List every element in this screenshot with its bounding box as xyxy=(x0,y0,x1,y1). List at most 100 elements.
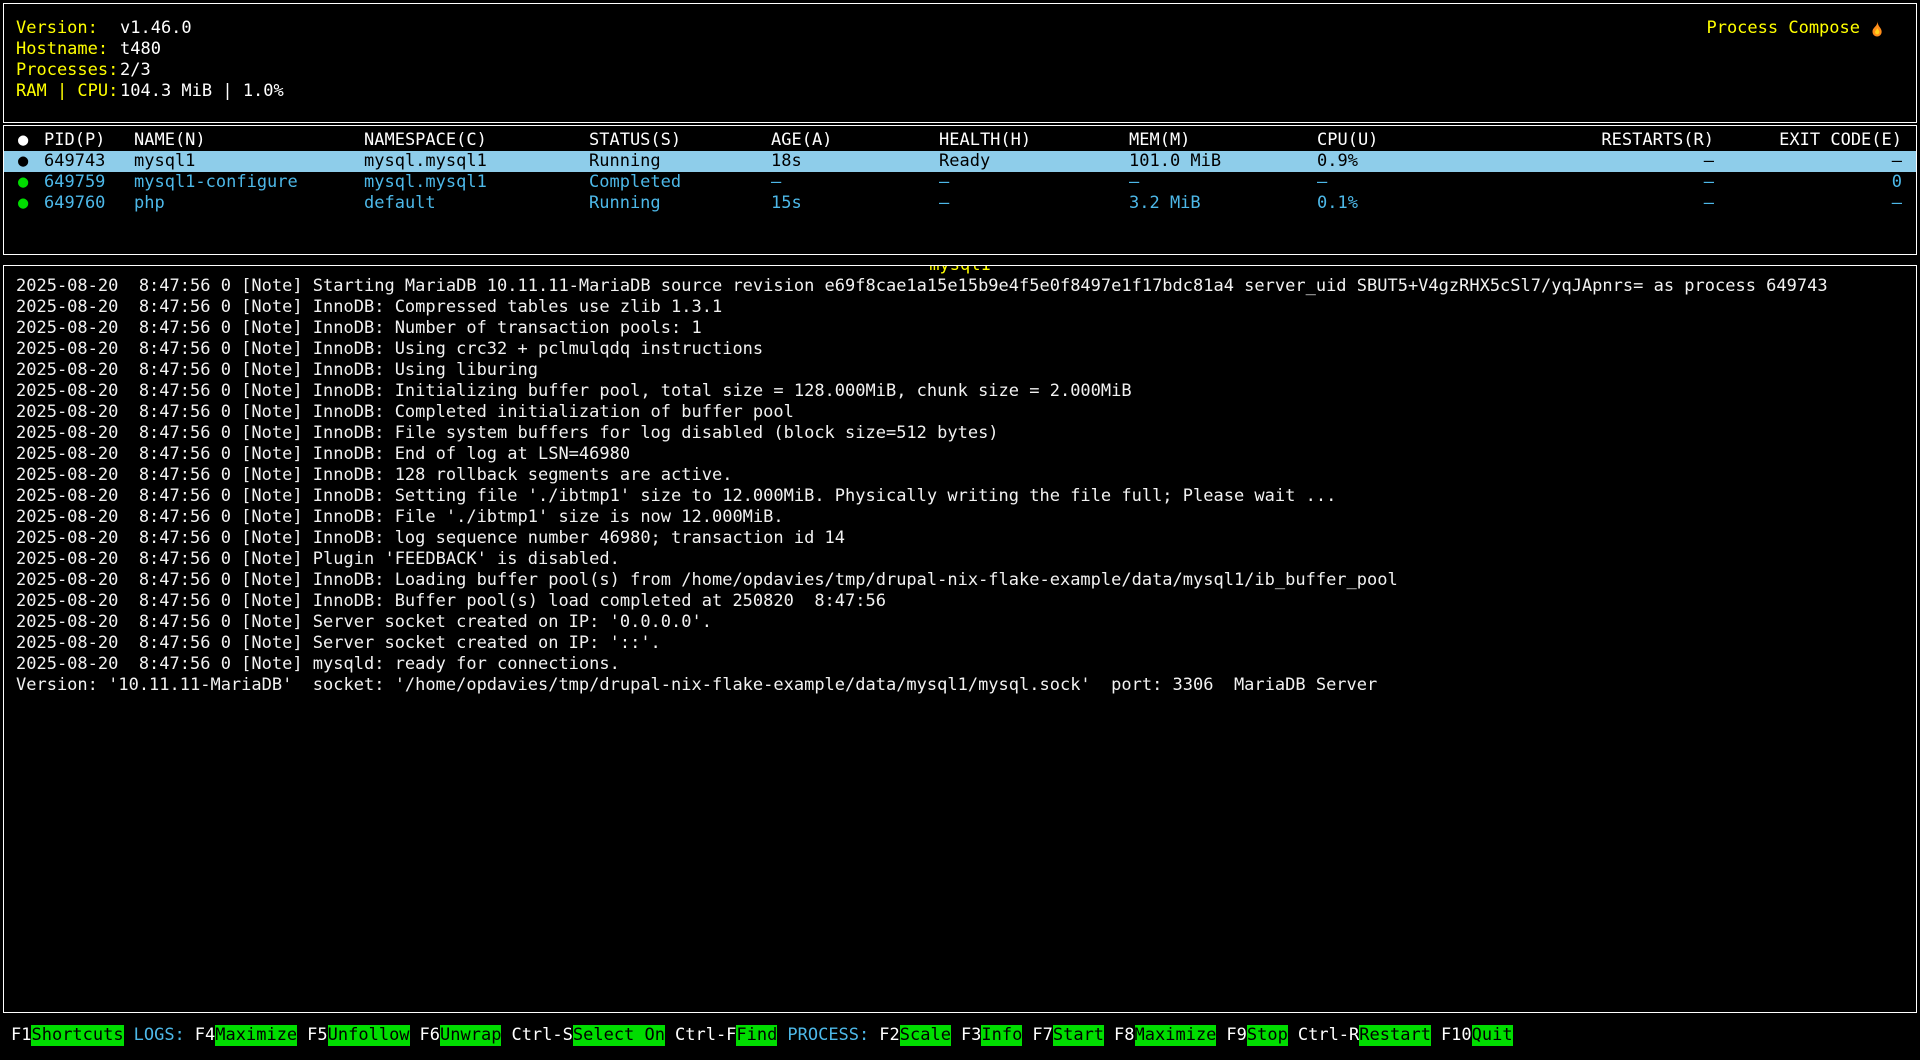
shortcut-action-button[interactable]: Restart xyxy=(1359,1025,1431,1046)
table-row[interactable]: ● 649760 php default Running 15s – 3.2 M… xyxy=(4,193,1916,214)
cell-age: 18s xyxy=(771,151,939,172)
column-header-mem[interactable]: MEM(M) xyxy=(1129,130,1317,151)
cell-exit-code: 0 xyxy=(1714,172,1902,193)
footer-segment: F6 Unwrap xyxy=(420,1025,502,1046)
footer-section-label: LOGS: xyxy=(134,1025,185,1046)
cell-name: mysql1 xyxy=(134,151,364,172)
shortcut-key: Ctrl-F xyxy=(675,1025,736,1046)
column-header-age[interactable]: AGE(A) xyxy=(771,130,939,151)
log-line: 2025-08-20 8:47:56 0 [Note] InnoDB: Init… xyxy=(16,381,1904,402)
column-header-health[interactable]: HEALTH(H) xyxy=(939,130,1129,151)
footer-segment: F7 Start xyxy=(1032,1025,1104,1046)
log-line: 2025-08-20 8:47:56 0 [Note] mysqld: read… xyxy=(16,654,1904,675)
header-panel: Version: v1.46.0 Hostname: t480 Processe… xyxy=(3,3,1917,123)
cell-namespace: mysql.mysql1 xyxy=(364,172,589,193)
shortcut-key: F5 xyxy=(307,1025,327,1046)
shortcut-bar: F1 Shortcuts LOGS: F4 Maximize F5 Unfoll… xyxy=(3,1013,1917,1057)
shortcut-action-button[interactable]: Shortcuts xyxy=(31,1025,123,1046)
footer-segment: F10 Quit xyxy=(1441,1025,1513,1046)
shortcut-action-button[interactable]: Stop xyxy=(1247,1025,1288,1046)
log-panel[interactable]: mysql1 2025-08-20 8:47:56 0 [Note] Start… xyxy=(3,265,1917,1013)
cell-status: Completed xyxy=(589,172,771,193)
shortcut-key: F4 xyxy=(195,1025,215,1046)
table-header-dot-icon: ● xyxy=(18,130,44,151)
cell-mem: 3.2 MiB xyxy=(1129,193,1317,214)
cell-health: – xyxy=(939,193,1129,214)
column-header-name[interactable]: NAME(N) xyxy=(134,130,364,151)
log-line: 2025-08-20 8:47:56 0 [Note] Starting Mar… xyxy=(16,276,1904,297)
shortcut-action-button[interactable]: Unfollow xyxy=(328,1025,410,1046)
shortcut-action-button[interactable]: Start xyxy=(1053,1025,1104,1046)
log-line: 2025-08-20 8:47:56 0 [Note] InnoDB: Load… xyxy=(16,570,1904,591)
column-header-restarts[interactable]: RESTARTS(R) xyxy=(1574,130,1714,151)
cell-health: – xyxy=(939,172,1129,193)
cell-namespace: default xyxy=(364,193,589,214)
footer-segment: PROCESS: xyxy=(787,1025,869,1046)
shortcut-key: F6 xyxy=(420,1025,440,1046)
header-field-label: RAM | CPU: xyxy=(16,81,120,102)
header-field-label: Processes: xyxy=(16,60,120,81)
footer-segment: LOGS: xyxy=(134,1025,185,1046)
cell-name: mysql1-configure xyxy=(134,172,364,193)
app-title-text: Process Compose xyxy=(1706,18,1860,39)
shortcut-action-button[interactable]: Maximize xyxy=(1135,1025,1217,1046)
footer-segment: F5 Unfollow xyxy=(307,1025,409,1046)
flame-icon xyxy=(1868,20,1886,38)
footer-segment: F9 Stop xyxy=(1226,1025,1287,1046)
footer-segment: Ctrl-R Restart xyxy=(1298,1025,1431,1046)
footer-segment: F8 Maximize xyxy=(1114,1025,1216,1046)
shortcut-key: F10 xyxy=(1441,1025,1472,1046)
table-row[interactable]: ● 649759 mysql1-configure mysql.mysql1 C… xyxy=(4,172,1916,193)
column-header-exit-code[interactable]: EXIT CODE(E) xyxy=(1714,130,1902,151)
footer-segment: F2 Scale xyxy=(879,1025,951,1046)
log-line: 2025-08-20 8:47:56 0 [Note] InnoDB: Usin… xyxy=(16,360,1904,381)
header-field-label: Version: xyxy=(16,18,120,39)
shortcut-action-button[interactable]: Quit xyxy=(1472,1025,1513,1046)
shortcut-action-button[interactable]: Unwrap xyxy=(440,1025,501,1046)
log-line: 2025-08-20 8:47:56 0 [Note] InnoDB: File… xyxy=(16,507,1904,528)
header-field: Version: v1.46.0 xyxy=(16,18,284,39)
cell-status: Running xyxy=(589,193,771,214)
status-dot-icon: ● xyxy=(18,151,44,172)
log-line: 2025-08-20 8:47:56 0 [Note] Server socke… xyxy=(16,612,1904,633)
column-header-status[interactable]: STATUS(S) xyxy=(589,130,771,151)
process-compose-app: Version: v1.46.0 Hostname: t480 Processe… xyxy=(0,0,1920,1060)
cell-exit-code: – xyxy=(1714,193,1902,214)
log-line: 2025-08-20 8:47:56 0 [Note] InnoDB: Buff… xyxy=(16,591,1904,612)
log-lines: 2025-08-20 8:47:56 0 [Note] Starting Mar… xyxy=(16,276,1904,696)
log-line: 2025-08-20 8:47:56 0 [Note] InnoDB: Sett… xyxy=(16,486,1904,507)
shortcut-key: F7 xyxy=(1032,1025,1052,1046)
header-field: RAM | CPU: 104.3 MiB | 1.0% xyxy=(16,81,284,102)
shortcut-action-button[interactable]: Find xyxy=(736,1025,777,1046)
status-dot-icon: ● xyxy=(18,172,44,193)
shortcut-action-button[interactable]: Info xyxy=(981,1025,1022,1046)
status-dot-icon: ● xyxy=(18,193,44,214)
header-field: Processes: 2/3 xyxy=(16,60,284,81)
table-body: ● 649743 mysql1 mysql.mysql1 Running 18s… xyxy=(4,151,1916,214)
shortcut-key: F9 xyxy=(1226,1025,1246,1046)
footer-segment: F1 Shortcuts xyxy=(11,1025,124,1046)
shortcut-action-button[interactable]: Select On xyxy=(573,1025,665,1046)
footer-segment: Ctrl-S Select On xyxy=(511,1025,665,1046)
table-row[interactable]: ● 649743 mysql1 mysql.mysql1 Running 18s… xyxy=(4,151,1916,172)
header-field-value: v1.46.0 xyxy=(120,18,192,39)
header-field-label: Hostname: xyxy=(16,39,120,60)
shortcut-action-button[interactable]: Maximize xyxy=(215,1025,297,1046)
shortcut-key: Ctrl-R xyxy=(1298,1025,1359,1046)
app-title: Process Compose xyxy=(1706,18,1886,39)
log-line: 2025-08-20 8:47:56 0 [Note] InnoDB: Usin… xyxy=(16,339,1904,360)
log-line: 2025-08-20 8:47:56 0 [Note] InnoDB: 128 … xyxy=(16,465,1904,486)
log-line: 2025-08-20 8:47:56 0 [Note] InnoDB: log … xyxy=(16,528,1904,549)
cell-cpu: – xyxy=(1317,172,1574,193)
log-line: 2025-08-20 8:47:56 0 [Note] InnoDB: Numb… xyxy=(16,318,1904,339)
cell-pid: 649743 xyxy=(44,151,134,172)
log-line: 2025-08-20 8:47:56 0 [Note] Plugin 'FEED… xyxy=(16,549,1904,570)
cell-mem: 101.0 MiB xyxy=(1129,151,1317,172)
column-header-namespace[interactable]: NAMESPACE(C) xyxy=(364,130,589,151)
cell-age: – xyxy=(771,172,939,193)
column-header-pid[interactable]: PID(P) xyxy=(44,130,134,151)
shortcut-action-button[interactable]: Scale xyxy=(900,1025,951,1046)
cell-pid: 649760 xyxy=(44,193,134,214)
footer-segment: Ctrl-F Find xyxy=(675,1025,777,1046)
column-header-cpu[interactable]: CPU(U) xyxy=(1317,130,1574,151)
